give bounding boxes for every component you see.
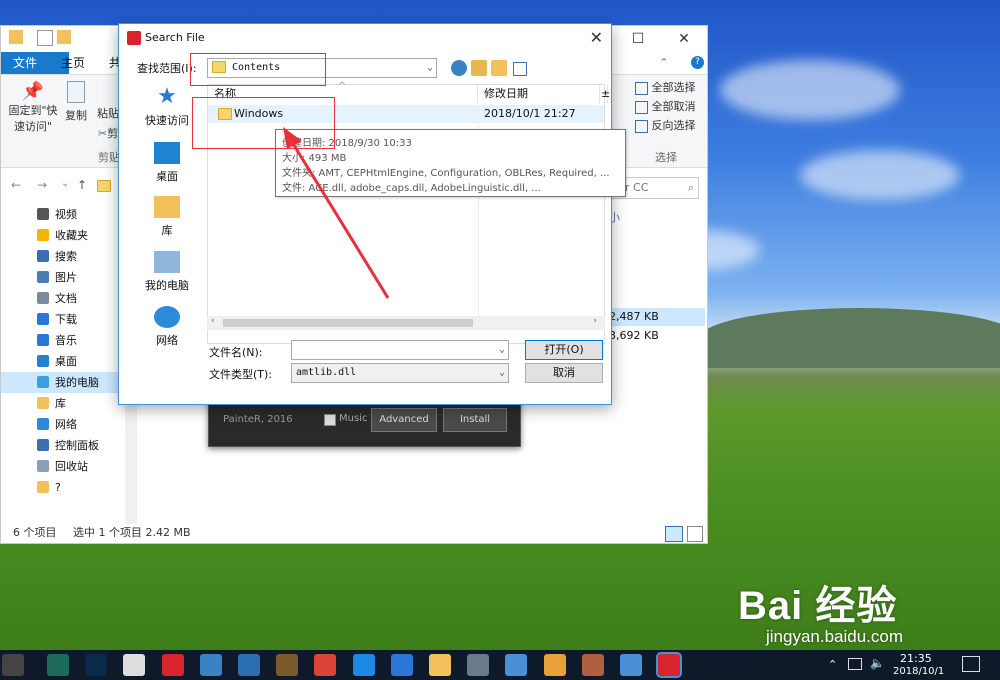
network-status-icon[interactable] (848, 658, 862, 670)
shield-icon[interactable] (543, 654, 566, 676)
ps-icon[interactable] (85, 654, 108, 676)
annotation-arrow (283, 127, 390, 299)
archive-icon[interactable] (276, 654, 299, 676)
notification-icon[interactable] (962, 656, 980, 672)
clock-time[interactable]: 21:35 (900, 652, 932, 665)
edge-icon[interactable] (352, 654, 375, 676)
chrome-icon[interactable] (314, 654, 337, 676)
clock-date[interactable]: 2018/10/1 (893, 666, 944, 677)
monitor-icon[interactable] (467, 654, 490, 676)
file-icon[interactable] (123, 654, 146, 676)
speaker-icon[interactable]: 🔈 (870, 656, 885, 670)
taskbar: ⌃ 🔈 21:35 2018/10/1 (0, 650, 1000, 680)
calculator-icon[interactable] (2, 654, 24, 676)
chevron-up-icon[interactable]: ⌃ (828, 658, 837, 671)
photo-icon[interactable] (238, 654, 260, 676)
installer-icon[interactable] (656, 652, 683, 678)
arrow-shaft (290, 141, 390, 299)
arrow-head (283, 127, 302, 149)
app-red-icon[interactable] (161, 654, 184, 676)
folder-icon[interactable] (429, 654, 451, 676)
palette-icon[interactable] (581, 654, 604, 676)
ai-icon[interactable] (47, 654, 69, 676)
shirt-icon[interactable] (505, 654, 528, 676)
k-icon[interactable] (390, 654, 413, 676)
cloud-icon[interactable] (199, 654, 222, 676)
bird-icon[interactable] (620, 654, 642, 676)
